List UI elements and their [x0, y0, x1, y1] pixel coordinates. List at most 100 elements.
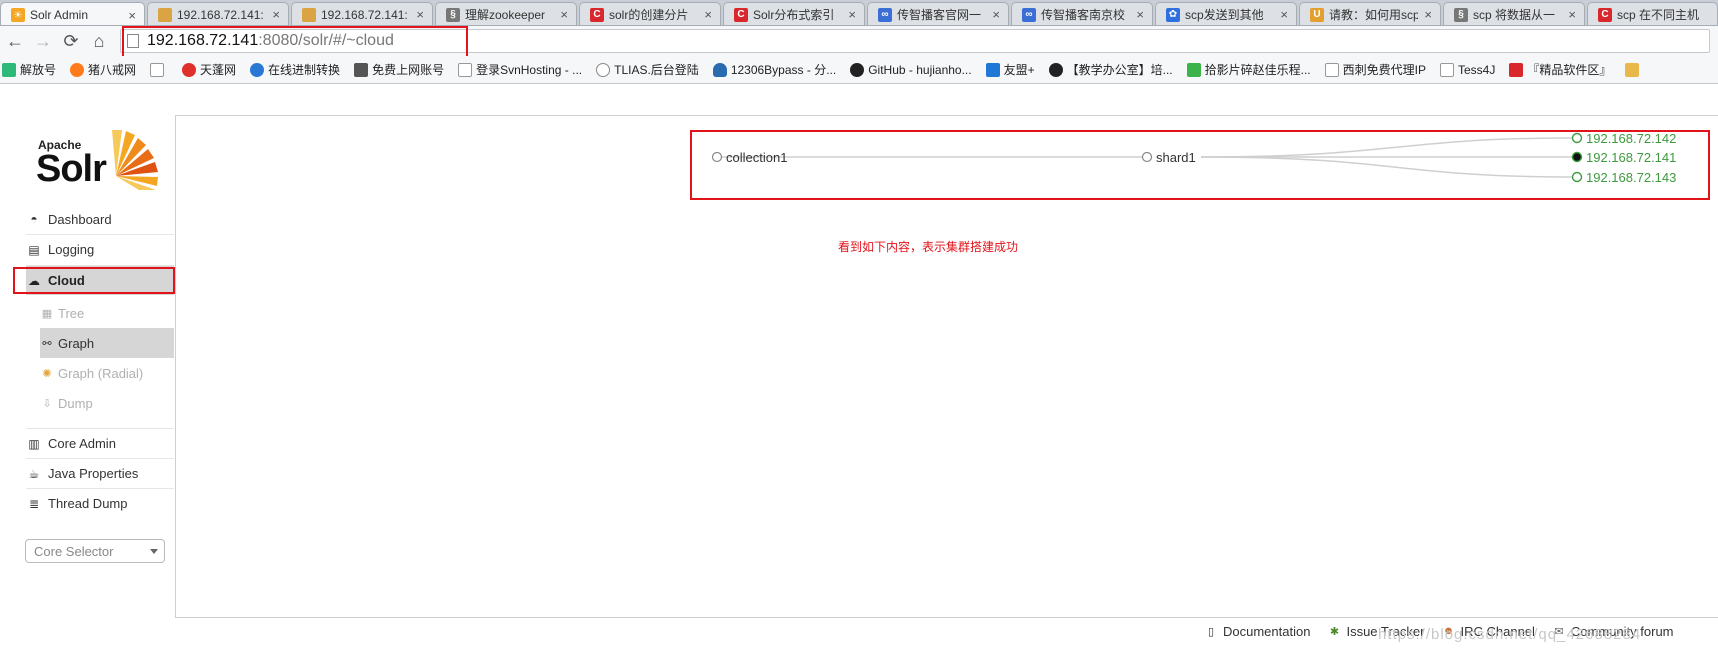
link-shard-replica	[1200, 137, 1575, 158]
cloud-icon	[712, 62, 727, 77]
tab-close-icon[interactable]: ×	[848, 7, 856, 22]
collection-label[interactable]: collection1	[726, 150, 787, 165]
tab-close-icon[interactable]: ×	[1280, 7, 1288, 22]
bookmark[interactable]: 12306Bypass - 分...	[712, 61, 836, 78]
nav-core-admin[interactable]: ▥ Core Admin	[26, 428, 174, 458]
logo-solr-text: Solr	[36, 148, 107, 190]
bookmark[interactable]: GitHub - hujianho...	[850, 62, 972, 77]
tab-zookeeper[interactable]: § 理解zookeeper ×	[435, 2, 577, 25]
collection-node[interactable]	[711, 151, 723, 163]
tab-label: 理解zookeeper	[465, 8, 546, 22]
nav-label: Tree	[58, 305, 85, 321]
solr-logo[interactable]: Apache Solr	[36, 124, 158, 190]
footer-link-documentation[interactable]: ▯ Documentation	[1205, 624, 1310, 639]
tab-close-icon[interactable]: ×	[1136, 7, 1144, 22]
nav-label: Cloud	[48, 273, 85, 288]
bookmark[interactable]: 『精品软件区』	[1509, 61, 1611, 78]
tab-solr-page-1[interactable]: 192.168.72.141: ×	[147, 2, 289, 25]
tab-itcast-nanjing[interactable]: ∞ 传智播客南京校 ×	[1011, 2, 1153, 25]
bookmark[interactable]: 猪八戒网	[70, 61, 136, 78]
tab-close-icon[interactable]: ×	[128, 8, 136, 23]
bookmark-folder[interactable]	[1625, 62, 1643, 77]
graph-icon: ⚯	[42, 337, 52, 350]
bookmark[interactable]: 解放号	[2, 61, 56, 78]
tab-close-icon[interactable]: ×	[992, 7, 1000, 22]
tab-solr-page-2[interactable]: 192.168.72.141: ×	[291, 2, 433, 25]
tab-label: scp发送到其他	[1185, 8, 1264, 22]
tab-close-icon[interactable]: ×	[416, 7, 424, 22]
tab-scp-send[interactable]: ✿ scp发送到其他 ×	[1155, 2, 1297, 25]
tab-close-icon[interactable]: ×	[1424, 7, 1432, 22]
nav-logging[interactable]: ▤ Logging	[26, 234, 174, 264]
shard-label[interactable]: shard1	[1156, 150, 1196, 165]
folder-icon	[1625, 62, 1640, 77]
chevron-down-icon	[150, 549, 158, 554]
bookmark[interactable]: 拾影片碎赵佳乐程...	[1186, 61, 1311, 78]
cloud-graph: collection1 shard1 192.168.72.142 192.16…	[711, 131, 1676, 185]
bookmark[interactable]: 免费上网账号	[354, 61, 444, 78]
replica-host-label[interactable]: 192.168.72.141	[1586, 150, 1676, 165]
bookmark[interactable]: 西刺免费代理IP	[1324, 61, 1426, 78]
tab-scp-question[interactable]: U 请教：如何用scp ×	[1299, 2, 1441, 25]
page-icon	[458, 62, 473, 77]
java-properties-icon: ☕	[28, 466, 40, 481]
bug-icon: ✱	[1329, 625, 1340, 638]
forward-arrow-icon[interactable]: →	[30, 28, 56, 54]
nav-cloud-dump[interactable]: ⇩ Dump	[40, 388, 174, 418]
bookmark[interactable]: 天蓬网	[182, 61, 236, 78]
replica-host-label[interactable]: 192.168.72.143	[1586, 170, 1676, 185]
tab-solr-distributed-index[interactable]: C Solr分布式索引 ×	[723, 2, 865, 25]
umeng-icon	[985, 62, 1000, 77]
csdn-c-icon: C	[1598, 7, 1612, 22]
nav-thread-dump[interactable]: ≣ Thread Dump	[26, 488, 174, 518]
solr-sun-icon: ☀	[11, 8, 25, 22]
dump-icon: ⇩	[42, 397, 52, 410]
teaching-office-icon	[1048, 62, 1063, 77]
bookmark[interactable]: 登录SvnHosting - ...	[458, 61, 582, 78]
tab-solr-sharding[interactable]: C solr的创建分片 ×	[579, 2, 721, 25]
tab-close-icon[interactable]: ×	[704, 7, 712, 22]
tab-solr-admin[interactable]: ☀ Solr Admin ×	[0, 2, 145, 25]
tab-close-icon[interactable]: ×	[560, 7, 568, 22]
leader-replica-node[interactable]	[1571, 151, 1583, 163]
core-selector-dropdown[interactable]: Core Selector	[25, 539, 165, 563]
nav-dashboard[interactable]: ◓ Dashboard	[26, 204, 174, 234]
browser-tab-strip: ☀ Solr Admin × 192.168.72.141: × 192.168…	[0, 0, 1718, 26]
replica-host-label[interactable]: 192.168.72.142	[1586, 131, 1676, 146]
tab-label: scp 将数据从一	[1473, 8, 1556, 22]
csdn-icon: §	[1454, 7, 1468, 22]
itcast-icon: ∞	[878, 7, 892, 22]
tab-scp-copy-data[interactable]: § scp 将数据从一 ×	[1443, 2, 1585, 25]
tab-label: 传智播客官网一	[897, 8, 982, 22]
back-arrow-icon[interactable]: ←	[2, 28, 28, 54]
nav-cloud[interactable]: ☁ Cloud	[26, 265, 174, 295]
tab-close-icon[interactable]: ×	[272, 7, 280, 22]
replica-node[interactable]	[1571, 171, 1583, 183]
bookmark[interactable]: TLIAS.后台登陆	[596, 61, 699, 78]
tab-itcast-official[interactable]: ∞ 传智播客官网一 ×	[867, 2, 1009, 25]
bookmark[interactable]: 【教学办公室】培...	[1048, 61, 1173, 78]
nav-cloud-tree[interactable]: ▦ Tree	[40, 298, 174, 328]
page-icon	[150, 62, 165, 77]
reload-icon[interactable]: ⟳	[58, 28, 84, 54]
logging-icon: ▤	[28, 242, 40, 257]
nav-cloud-graph[interactable]: ⚯ Graph	[40, 328, 174, 358]
nav-label: Dashboard	[48, 211, 112, 227]
bookmark[interactable]: 在线进制转换	[250, 61, 340, 78]
address-bar[interactable]: 192.168.72.141:8080/solr/#/~cloud	[120, 29, 1710, 53]
tab-scp-hosts[interactable]: C scp 在不同主机	[1587, 2, 1718, 25]
shard-node[interactable]	[1141, 151, 1153, 163]
watermark-text: https://blog.csdn.net/qq_42688284	[1378, 626, 1642, 643]
bookmark[interactable]: Tess4J	[1439, 62, 1495, 77]
github-icon	[850, 62, 865, 77]
tab-close-icon[interactable]: ×	[1568, 7, 1576, 22]
home-icon[interactable]: ⌂	[86, 28, 112, 54]
nav-java-properties[interactable]: ☕ Java Properties	[26, 458, 174, 488]
replica-node[interactable]	[1571, 132, 1583, 144]
bookmark[interactable]: 友盟+	[985, 61, 1035, 78]
bookmark[interactable]	[150, 62, 168, 77]
nav-label: Graph	[58, 335, 95, 351]
bookmarks-bar: 解放号 猪八戒网 天蓬网 在线进制转换 免费上网账号 登录SvnHosting …	[0, 56, 1718, 84]
tab-label: 请教：如何用scp	[1329, 8, 1419, 22]
nav-cloud-graph-radial[interactable]: ✺ Graph (Radial)	[40, 358, 174, 388]
